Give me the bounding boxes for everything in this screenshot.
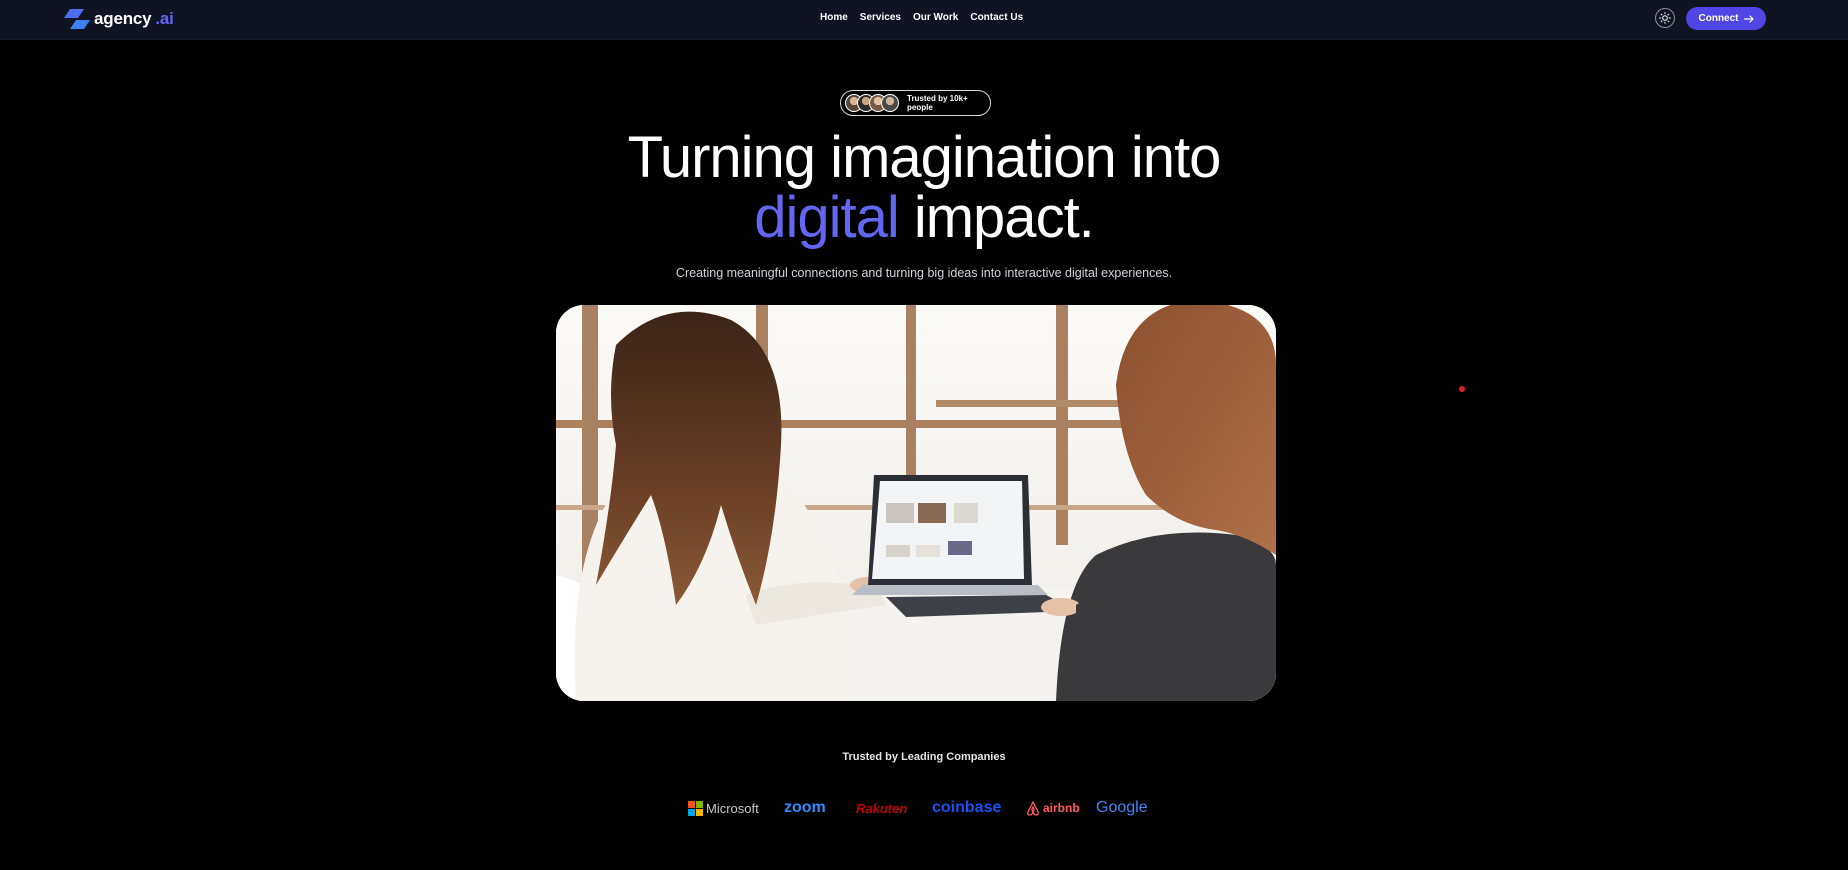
logo-mark-icon: [64, 9, 90, 29]
google-wordmark: Google: [1096, 799, 1148, 816]
coinbase-wordmark: coinbase: [932, 799, 1002, 816]
microsoft-grid-icon: [688, 801, 703, 816]
connect-button-label: Connect: [1698, 13, 1739, 24]
airbnb-icon: [1027, 800, 1039, 816]
theme-toggle-button[interactable]: [1655, 8, 1675, 28]
rakuten-wordmark: Rakuten: [856, 800, 908, 816]
hero-subtitle: Creating meaningful connections and turn…: [675, 266, 1173, 280]
avatar-group: [845, 94, 899, 112]
trust-text: Trusted by 10k+ people: [907, 94, 968, 112]
company-logos: Microsoft zoom Rakuten coinbase airbnb G…: [688, 798, 1148, 818]
brand-logo[interactable]: agency .ai: [64, 8, 174, 30]
headline-rest: impact.: [898, 185, 1095, 250]
microsoft-wordmark: Microsoft: [706, 800, 759, 816]
airbnb-wordmark: airbnb: [1043, 801, 1080, 815]
brand-name: agency: [94, 9, 152, 28]
zoom-wordmark: zoom: [784, 799, 826, 816]
coinbase-logo: coinbase: [932, 798, 1001, 818]
nav-link-our-work[interactable]: Our Work: [913, 12, 958, 23]
headline-accent: digital: [754, 185, 900, 250]
microsoft-logo: Microsoft: [688, 798, 759, 818]
main-nav: Home Services Our Work Contact Us: [820, 12, 1023, 23]
connect-button[interactable]: Connect: [1686, 7, 1766, 30]
top-navbar: agency .ai Home Services Our Work Contact…: [0, 0, 1848, 40]
nav-link-services[interactable]: Services: [860, 12, 901, 23]
hero-image: [556, 305, 1276, 701]
cursor-dot: [1459, 386, 1465, 392]
google-logo: Google: [1096, 798, 1148, 818]
hero-headline: Turning imagination into digital impact.: [0, 128, 1848, 248]
trusted-title: Trusted by Leading Companies: [842, 751, 1006, 763]
nav-link-contact-us[interactable]: Contact Us: [970, 12, 1023, 23]
zoom-logo: zoom: [784, 798, 826, 818]
rakuten-logo: Rakuten: [856, 798, 907, 818]
nav-link-home[interactable]: Home: [820, 12, 848, 23]
brand-accent: .ai: [155, 9, 174, 28]
avatar: [881, 94, 899, 112]
trust-badge: Trusted by 10k+ people: [840, 90, 991, 116]
airbnb-logo: airbnb: [1026, 798, 1080, 818]
headline-line1: Turning imagination into: [627, 125, 1222, 190]
sun-icon: [1659, 12, 1671, 24]
arrow-right-icon: [1743, 14, 1754, 23]
